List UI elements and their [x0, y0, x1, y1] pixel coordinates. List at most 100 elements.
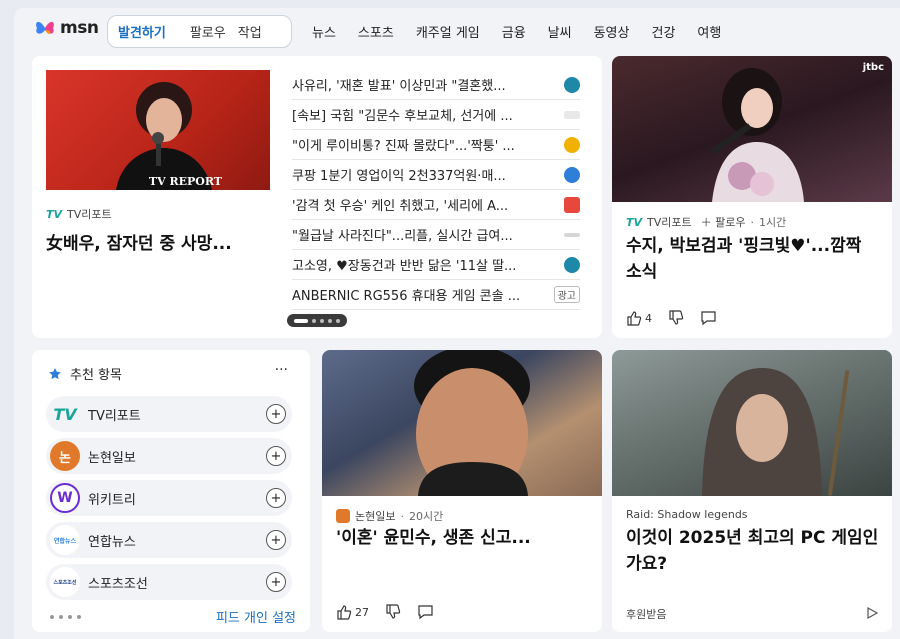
card-actions: 27 [336, 604, 434, 620]
follow-item[interactable]: 연합뉴스 연합뉴스 + [46, 522, 292, 558]
butterfly-icon [36, 21, 54, 34]
tab-work[interactable]: 작업 [238, 22, 274, 41]
featured-headline[interactable]: 女배우, 잠자던 중 사망... [46, 232, 276, 258]
tab-following[interactable]: 팔로우 [190, 22, 238, 41]
news-item-ad[interactable]: ANBERNIC RG556 휴대용 게임 콘솔 ... 광고 [292, 280, 580, 310]
nav-video[interactable]: 동영상 [594, 22, 630, 41]
pager-dot[interactable] [59, 615, 63, 619]
recommendations-card: 추천 항목 ··· TV TV리포트 + 논 논현일보 + W 위키트리 + 연… [32, 350, 310, 632]
news-item[interactable]: 고소영, ♥장동건과 반반 닮은 '11살 딸... [292, 250, 580, 280]
follow-item[interactable]: W 위키트리 + [46, 480, 292, 516]
play-triangle-icon [867, 606, 879, 620]
add-follow-button[interactable]: + [266, 488, 286, 508]
follow-item-name: 위키트리 [88, 492, 136, 508]
carousel-dot[interactable] [320, 318, 324, 323]
news-item[interactable]: 사유리, '재혼 발표' 이상민과 "결혼했... [292, 70, 580, 100]
news-title: 쿠팡 1분기 영업이익 2천337억원·매... [292, 169, 506, 184]
carousel-dots[interactable] [287, 314, 347, 327]
card-actions: 4 [626, 310, 717, 326]
featured-image[interactable]: TV REPORT [46, 70, 270, 190]
comment-icon [701, 311, 716, 326]
add-follow-button[interactable]: + [266, 404, 286, 424]
carousel-dot[interactable] [328, 318, 332, 323]
follow-item-name: 스포츠조선 [88, 576, 148, 592]
dislike-button[interactable] [668, 310, 684, 326]
follow-item[interactable]: 스포츠조선 스포츠조선 + [46, 564, 292, 600]
nav-news[interactable]: 뉴스 [312, 22, 336, 41]
comment-button[interactable] [700, 310, 717, 326]
nav-casual-games[interactable]: 캐주얼 게임 [416, 22, 480, 41]
ad-source[interactable]: Raid: Shadow legends [626, 508, 748, 521]
news-item[interactable]: "월급날 사라진다"...리플, 실시간 급여... [292, 220, 580, 250]
feed-settings-link[interactable]: 피드 개인 설정 [216, 607, 296, 626]
wikitree-logo-icon: W [50, 483, 80, 513]
thumbs-up-icon [627, 311, 642, 326]
publisher-icon [564, 166, 580, 183]
pager-dot[interactable] [77, 615, 81, 619]
pager-dot[interactable] [50, 615, 54, 619]
image-watermark: jtbc [862, 62, 884, 73]
news-title: "이게 루이비통? 진짜 몰랐다"...'짝퉁' ... [292, 139, 515, 154]
like-button[interactable]: 4 [626, 310, 652, 326]
follow-label: 팔로우 [715, 216, 746, 229]
featured-photo-art [116, 82, 212, 190]
news-item[interactable]: '감격 첫 우승' 케인 취했고, '세리에 A... [292, 190, 580, 220]
news-list: 사유리, '재혼 발표' 이상민과 "결혼했... [속보] 국힘 "김문수 후… [292, 70, 580, 310]
nav-weather[interactable]: 날씨 [548, 22, 572, 41]
sponsored-label: 후원받음 [626, 608, 667, 621]
news-card: jtbc TV TV리포트 ＋ 팔로우 · 1시간 수지, 박보검과 '핑크빛♥… [612, 56, 892, 338]
carousel-dot[interactable] [312, 318, 316, 323]
news-photo-art [414, 350, 530, 496]
recommendations-title: 추천 항목 [48, 364, 122, 383]
news-item[interactable]: 쿠팡 1분기 영업이익 2천337억원·매... [292, 160, 580, 190]
msn-logo[interactable]: msn [33, 16, 99, 40]
carousel-dot[interactable] [336, 318, 340, 323]
featured-card: TV REPORT TV TV리포트 女배우, 잠자던 중 사망... 사유리,… [32, 56, 602, 338]
news-image[interactable]: jtbc [612, 56, 892, 202]
follow-item-name: 연합뉴스 [88, 534, 136, 550]
featured-source[interactable]: TV TV리포트 [46, 206, 112, 222]
thumbs-up-icon [337, 605, 352, 620]
nav-health[interactable]: 건강 [651, 22, 675, 41]
dislike-button[interactable] [385, 604, 401, 620]
source-name[interactable]: TV리포트 [647, 214, 692, 230]
pager-dots[interactable] [50, 615, 81, 619]
category-nav: 뉴스 스포츠 캐주얼 게임 금융 날씨 동영상 건강 여행 [312, 22, 721, 41]
comment-icon [418, 605, 433, 620]
nav-sports[interactable]: 스포츠 [358, 22, 394, 41]
follow-item-name: 논현일보 [88, 450, 136, 466]
yonhap-logo-icon: 연합뉴스 [50, 525, 80, 555]
more-options-icon[interactable]: ··· [275, 362, 288, 378]
publisher-icon [564, 110, 580, 119]
card-time: 20시간 [408, 510, 444, 523]
news-item[interactable]: [속보] 국힘 "김문수 후보교체, 선거에 ... [292, 100, 580, 130]
ad-info-icon[interactable] [866, 604, 879, 623]
follow-item[interactable]: TV TV리포트 + [46, 396, 292, 432]
add-follow-button[interactable]: + [266, 572, 286, 592]
ad-headline[interactable]: 이것이 2025년 최고의 PC 게임인가요? [626, 526, 882, 577]
publisher-icon [564, 136, 580, 153]
publisher-icon [564, 256, 580, 273]
ad-image[interactable] [612, 350, 892, 496]
ad-card: Raid: Shadow legends 이것이 2025년 최고의 PC 게임… [612, 350, 892, 632]
add-follow-button[interactable]: + [266, 446, 286, 466]
news-title: [속보] 국힘 "김문수 후보교체, 선거에 ... [292, 109, 513, 124]
thumbs-down-icon [669, 310, 684, 325]
tvreport-icon: TV [46, 207, 63, 221]
carousel-dot[interactable] [294, 318, 308, 323]
news-image[interactable] [322, 350, 602, 496]
nav-travel[interactable]: 여행 [697, 22, 721, 41]
comment-button[interactable] [417, 604, 434, 620]
follow-item[interactable]: 논 논현일보 + [46, 438, 292, 474]
follow-link[interactable]: ＋ 팔로우 [701, 214, 746, 230]
card-headline[interactable]: 수지, 박보검과 '핑크빛♥'...깜짝 소식 [626, 234, 882, 285]
source-name: TV리포트 [67, 208, 112, 221]
nav-finance[interactable]: 금융 [502, 22, 526, 41]
pager-dot[interactable] [68, 615, 72, 619]
add-follow-button[interactable]: + [266, 530, 286, 550]
news-item[interactable]: "이게 루이비통? 진짜 몰랐다"...'짝퉁' ... [292, 130, 580, 160]
card-headline[interactable]: '이혼' 윤민수, 생존 신고... [336, 526, 592, 552]
like-button[interactable]: 27 [336, 604, 369, 620]
tab-discover[interactable]: 발견하기 [118, 22, 178, 41]
source-name[interactable]: 논현일보 [355, 508, 395, 524]
